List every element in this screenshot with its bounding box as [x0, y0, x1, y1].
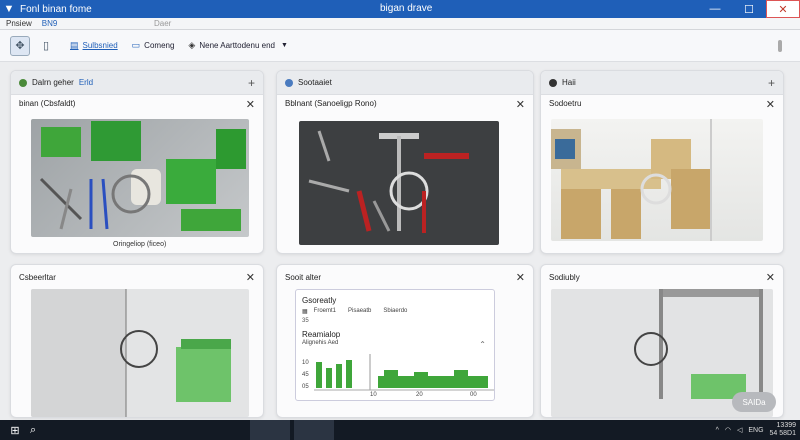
panel-tools: Sootaaiet Bblnant (Sanoeligp Rono) ✕	[276, 70, 534, 254]
menu-disabled-item: Daer	[154, 19, 172, 28]
tab-status-icon	[549, 78, 557, 87]
parts-image[interactable]	[31, 119, 249, 237]
chevron-up-icon[interactable]: ^	[716, 427, 719, 434]
toolbar-subscribed-button[interactable]: ▤ Sulbsnied	[70, 40, 118, 51]
taskbar-app-1[interactable]	[250, 420, 290, 440]
chevron-up-icon[interactable]: ⌃	[479, 340, 486, 349]
panel-header: Sooit alter	[285, 273, 322, 282]
card-tab-3[interactable]: Sbiaerdo	[383, 308, 407, 315]
add-tab-icon[interactable]: +	[768, 76, 775, 90]
minimize-button[interactable]: —	[698, 0, 732, 18]
app-title: Fonl binan fome	[20, 3, 92, 15]
close-icon[interactable]: ✕	[516, 98, 525, 111]
panel-header: Csbeerltar	[19, 273, 56, 282]
title-bar: ▼ Fonl binan fome bigan drave — ☐ ✕	[0, 0, 800, 18]
close-window-button[interactable]: ✕	[766, 0, 800, 18]
windows-start-icon[interactable]: ⊞	[0, 420, 30, 440]
tab-status-icon	[285, 78, 293, 87]
panel-header: Sodoetru	[549, 99, 582, 108]
tools-illustration	[308, 130, 469, 233]
parts-illustration	[39, 121, 246, 231]
app-logo-icon: ▼	[3, 3, 15, 15]
card-tab-1[interactable]: Froemt1	[314, 308, 336, 315]
room-illustration	[551, 119, 712, 241]
window-icon: ▭	[131, 40, 141, 50]
chart-xlabel-1: 10	[370, 392, 377, 398]
clock[interactable]: 13399 54 58D1	[770, 422, 796, 438]
close-icon[interactable]: ✕	[516, 271, 525, 284]
toolbar-view-dropdown[interactable]: ◈ Nene Aarttodenu end ▼	[188, 40, 287, 51]
grid-icon: ▦	[302, 309, 308, 315]
card-section: Reamialop	[302, 330, 341, 339]
language-indicator[interactable]: ENG	[748, 427, 763, 434]
card-subtitle: Alignehis Aed	[302, 340, 339, 346]
search-icon[interactable]: ⌕	[30, 424, 50, 437]
chevron-down-icon: ▼	[280, 42, 288, 49]
system-tray: ^ ◠ ◁ ENG 13399 54 58D1	[710, 422, 796, 438]
panel-wireframe: Csbeerltar ✕	[10, 264, 264, 418]
wireframe-image[interactable]	[31, 289, 249, 417]
wireframe-illustration	[31, 289, 231, 417]
menu-file[interactable]: BN9	[42, 19, 58, 28]
maximize-button[interactable]: ☐	[732, 0, 766, 18]
close-icon[interactable]: ✕	[766, 98, 775, 111]
volume-icon[interactable]: ◁	[737, 426, 742, 434]
toolbar-scrollbar[interactable]	[778, 40, 782, 52]
chart-ylabel-1: 10	[302, 360, 309, 366]
panel-header: binan (Cbsfaldt)	[19, 99, 76, 108]
saved-status-badge[interactable]: SAIDa	[732, 392, 776, 412]
menu-preview[interactable]: Pnsiew	[6, 19, 32, 28]
card-title: Gsoreatly	[302, 296, 337, 305]
page-icon[interactable]: ▯	[36, 36, 56, 56]
wifi-icon[interactable]: ◠	[725, 426, 731, 434]
panel-tab[interactable]: Dalrn geher Erld +	[11, 71, 263, 95]
panel-parts: Dalrn geher Erld + binan (Cbsfaldt) ✕ Or…	[10, 70, 264, 254]
analysis-card: Gsoreatly ▦ Froemt1 Pisaeatb Sbiaerdo 35…	[295, 289, 495, 401]
toolbar-coming-button[interactable]: ▭ Comeng	[132, 40, 175, 51]
pointer-tool-icon[interactable]: ✥	[10, 35, 30, 56]
room-image[interactable]	[551, 119, 763, 241]
menu-bar: Pnsiew BN9 Daer	[0, 18, 800, 30]
chart-xlabel-3: 00	[470, 392, 477, 398]
toolbar: ✥ ▯ ▤ Sulbsnied ▭ Comeng ◈ Nene Aarttode…	[0, 30, 800, 62]
close-icon[interactable]: ✕	[246, 271, 255, 284]
document-title: bigan drave	[380, 3, 433, 14]
panel-room: Haii + Sodoetru ✕	[540, 70, 784, 254]
taskbar: ⊞ ⌕ ^ ◠ ◁ ENG 13399 54 58D1	[0, 420, 800, 440]
panel-tab[interactable]: Haii +	[541, 71, 783, 95]
panel-tab[interactable]: Sootaaiet	[277, 71, 533, 95]
doc-icon: ▤	[70, 40, 79, 50]
chart-ylabel-2: 45	[302, 372, 309, 378]
add-tab-icon[interactable]: +	[248, 76, 255, 90]
panel-grid: Dalrn geher Erld + binan (Cbsfaldt) ✕ Or…	[10, 70, 784, 418]
panel-chart: Sooit alter ✕ Gsoreatly ▦ Froemt1 Pisaea…	[276, 264, 534, 418]
panel-header: Bblnant (Sanoeligp Rono)	[285, 99, 377, 108]
chart-ylabel-3: 05	[302, 384, 309, 390]
card-small-value: 35	[302, 318, 309, 324]
image-caption: Oringeliop (ficeo)	[113, 241, 167, 248]
panel-header: Sodiubly	[549, 273, 580, 282]
chart-xlabel-2: 20	[416, 392, 423, 398]
parts-chart	[314, 354, 494, 391]
close-icon[interactable]: ✕	[246, 98, 255, 111]
card-tab-2[interactable]: Pisaeatb	[348, 308, 371, 315]
tools-image[interactable]	[299, 121, 499, 245]
eye-icon: ◈	[188, 40, 196, 50]
taskbar-app-2[interactable]	[294, 420, 334, 440]
close-icon[interactable]: ✕	[766, 271, 775, 284]
tab-status-icon	[19, 78, 27, 87]
